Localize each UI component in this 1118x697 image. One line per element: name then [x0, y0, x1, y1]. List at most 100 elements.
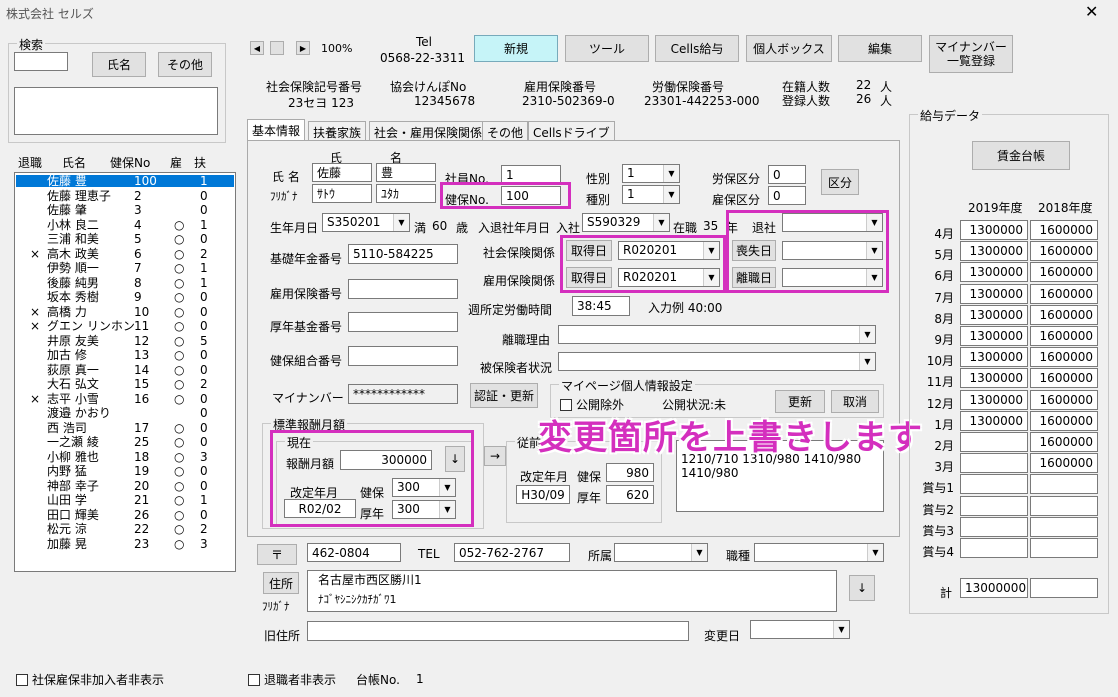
pay-cell-2019[interactable]	[960, 474, 1028, 495]
koyokubun-field[interactable]: 0	[768, 186, 806, 205]
auth-update-button[interactable]: 認証・更新	[470, 383, 538, 408]
pay-cell-2019[interactable]	[960, 432, 1028, 452]
pay-cell-2018[interactable]: 1600000	[1030, 304, 1098, 325]
prev-kosei-field[interactable]: 620	[606, 485, 654, 504]
list-item[interactable]: 井原 友美 12 ○ 5	[16, 335, 234, 347]
pay-cell-2018[interactable]: 1600000	[1030, 432, 1098, 452]
given-name-field[interactable]: 豊	[376, 163, 436, 182]
search-name-button[interactable]: 氏名	[92, 52, 146, 77]
pay-cell-2019[interactable]	[960, 516, 1028, 537]
prev-icon[interactable]: ◀	[250, 41, 264, 55]
list-item[interactable]: 荻原 真一 14 ○ 0	[16, 364, 234, 376]
pay-cell-2018[interactable]: 1600000	[1030, 389, 1098, 410]
change-date-select[interactable]: ▼	[750, 620, 850, 639]
new-button[interactable]: 新規	[474, 35, 558, 62]
mynumber-field[interactable]: ************	[348, 384, 458, 404]
leave-reason-select[interactable]: ▼	[558, 325, 876, 344]
address-button[interactable]: 住所	[263, 572, 299, 594]
insured-status-select[interactable]: ▼	[558, 352, 876, 371]
search-other-button[interactable]: その他	[158, 52, 212, 77]
pay-cell-2018[interactable]: 1600000	[1030, 347, 1098, 368]
address-arrow-down-icon[interactable]: ↓	[849, 575, 875, 601]
tab-other[interactable]: その他	[482, 121, 529, 141]
office-select[interactable]: ▼	[614, 543, 708, 562]
pay-cell-2019[interactable]: 1300000	[960, 368, 1028, 389]
list-item[interactable]: 神部 幸子 20 ○ 0	[16, 480, 234, 492]
list-item[interactable]: 内野 猛 19 ○ 0	[16, 465, 234, 477]
hide-nonmember-checkbox[interactable]: 社保雇保非加入者非表示	[16, 671, 164, 688]
addr-tel-field[interactable]: 052-762-2767	[454, 543, 570, 562]
birth-select[interactable]: S350201 ▼	[322, 213, 410, 232]
pay-cell-2019[interactable]: 1300000	[960, 262, 1028, 283]
personal-box-button[interactable]: 個人ボックス	[746, 35, 832, 62]
pay-cell-2018[interactable]: 1600000	[1030, 262, 1098, 283]
entry-select[interactable]: S590329 ▼	[582, 213, 670, 232]
list-item[interactable]: × 高木 政美 6 ○ 2	[16, 248, 234, 260]
pay-cell-2019[interactable]: 1300000	[960, 220, 1028, 240]
list-item[interactable]: 佐藤 理恵子 2 0	[16, 190, 234, 202]
pay-cell-2019[interactable]: 1300000	[960, 389, 1028, 410]
edit-button[interactable]: 編集	[838, 35, 922, 62]
wage-ledger-button[interactable]: 賃金台帳	[972, 141, 1070, 170]
list-item[interactable]: 山田 学 21 ○ 1	[16, 494, 234, 506]
list-item[interactable]: 佐藤 肇 3 0	[16, 204, 234, 216]
list-item[interactable]: 佐藤 豊 100 1	[16, 175, 234, 187]
pay-cell-2018[interactable]: 1600000	[1030, 410, 1098, 431]
kubun-button[interactable]: 区分	[821, 169, 859, 195]
tools-button[interactable]: ツール	[565, 35, 649, 62]
list-item[interactable]: 加藤 晃 23 ○ 3	[16, 538, 234, 550]
pay-cell-2019[interactable]: 1300000	[960, 347, 1028, 368]
list-item[interactable]: × 高橋 力 10 ○ 0	[16, 306, 234, 318]
sex-select[interactable]: 1 ▼	[622, 164, 680, 183]
close-icon[interactable]: ✕	[1085, 2, 1098, 21]
pay-total-2018[interactable]	[1030, 578, 1098, 598]
arrow-right-icon[interactable]: →	[484, 446, 506, 466]
cells-pay-button[interactable]: Cells給与	[655, 35, 739, 62]
work-hours-field[interactable]: 38:45	[572, 296, 630, 316]
list-item[interactable]: 坂本 秀樹 9 ○ 0	[16, 291, 234, 303]
surname-kana-field[interactable]: ｻﾄｳ	[312, 184, 372, 203]
pay-cell-2019[interactable]: 1300000	[960, 241, 1028, 262]
list-item[interactable]: 一之瀬 綾 25 ○ 0	[16, 436, 234, 448]
old-address-field[interactable]	[307, 621, 689, 641]
list-item[interactable]: × グエン リンホン 11 ○ 0	[16, 320, 234, 332]
prev-revision-field[interactable]: H30/09	[516, 485, 570, 504]
list-item[interactable]: 松元 涼 22 ○ 2	[16, 523, 234, 535]
pay-total-2019[interactable]: 13000000	[960, 578, 1028, 598]
list-item[interactable]: 三浦 和美 5 ○ 0	[16, 233, 234, 245]
pay-cell-2019[interactable]: 1300000	[960, 326, 1028, 346]
pay-cell-2019[interactable]: 1300000	[960, 304, 1028, 325]
pay-cell-2018[interactable]: 1600000	[1030, 241, 1098, 262]
hide-retired-checkbox[interactable]: 退職者非表示	[248, 671, 336, 688]
list-item[interactable]: 加古 修 13 ○ 0	[16, 349, 234, 361]
pay-cell-2018[interactable]	[1030, 538, 1098, 558]
list-item[interactable]: 後藤 純男 8 ○ 1	[16, 277, 234, 289]
pay-cell-2018[interactable]: 1600000	[1030, 368, 1098, 389]
address-field[interactable]: 名古屋市西区勝川1 ﾅｺﾞﾔｼﾆｼｸｶﾁｶﾞﾜ1	[307, 570, 837, 612]
tab-dependents[interactable]: 扶養家族	[308, 121, 367, 141]
next-icon[interactable]: ▶	[296, 41, 310, 55]
tab-cells-drive[interactable]: Cellsドライブ	[528, 121, 615, 141]
list-item[interactable]: 渡邉 かおり 0	[16, 407, 234, 419]
pay-cell-2019[interactable]: 1300000	[960, 283, 1028, 304]
rohokubun-field[interactable]: 0	[768, 165, 806, 184]
pay-cell-2019[interactable]: 1300000	[960, 410, 1028, 431]
mynumber-list-button[interactable]: マイナンバー 一覧登録	[929, 35, 1013, 73]
search-result-box[interactable]	[14, 87, 218, 135]
pension-field[interactable]: 5110-584225	[348, 244, 458, 264]
list-item[interactable]: 西 浩司 17 ○ 0	[16, 422, 234, 434]
given-kana-field[interactable]: ﾕﾀｶ	[376, 184, 436, 203]
job-select[interactable]: ▼	[754, 543, 884, 562]
pay-cell-2018[interactable]	[1030, 474, 1098, 495]
search-input[interactable]	[14, 52, 68, 71]
pay-cell-2018[interactable]: 1600000	[1030, 283, 1098, 304]
stop-icon[interactable]	[270, 41, 284, 55]
koyo-no-field[interactable]	[348, 279, 458, 299]
list-item[interactable]: 田口 輝美 26 ○ 0	[16, 509, 234, 521]
postal-field[interactable]: 462-0804	[307, 543, 401, 562]
list-item[interactable]: 小林 良二 4 ○ 1	[16, 219, 234, 231]
pay-cell-2018[interactable]	[1030, 516, 1098, 537]
pay-cell-2018[interactable]: 1600000	[1030, 220, 1098, 240]
pay-cell-2019[interactable]	[960, 538, 1028, 558]
pay-cell-2019[interactable]	[960, 453, 1028, 474]
